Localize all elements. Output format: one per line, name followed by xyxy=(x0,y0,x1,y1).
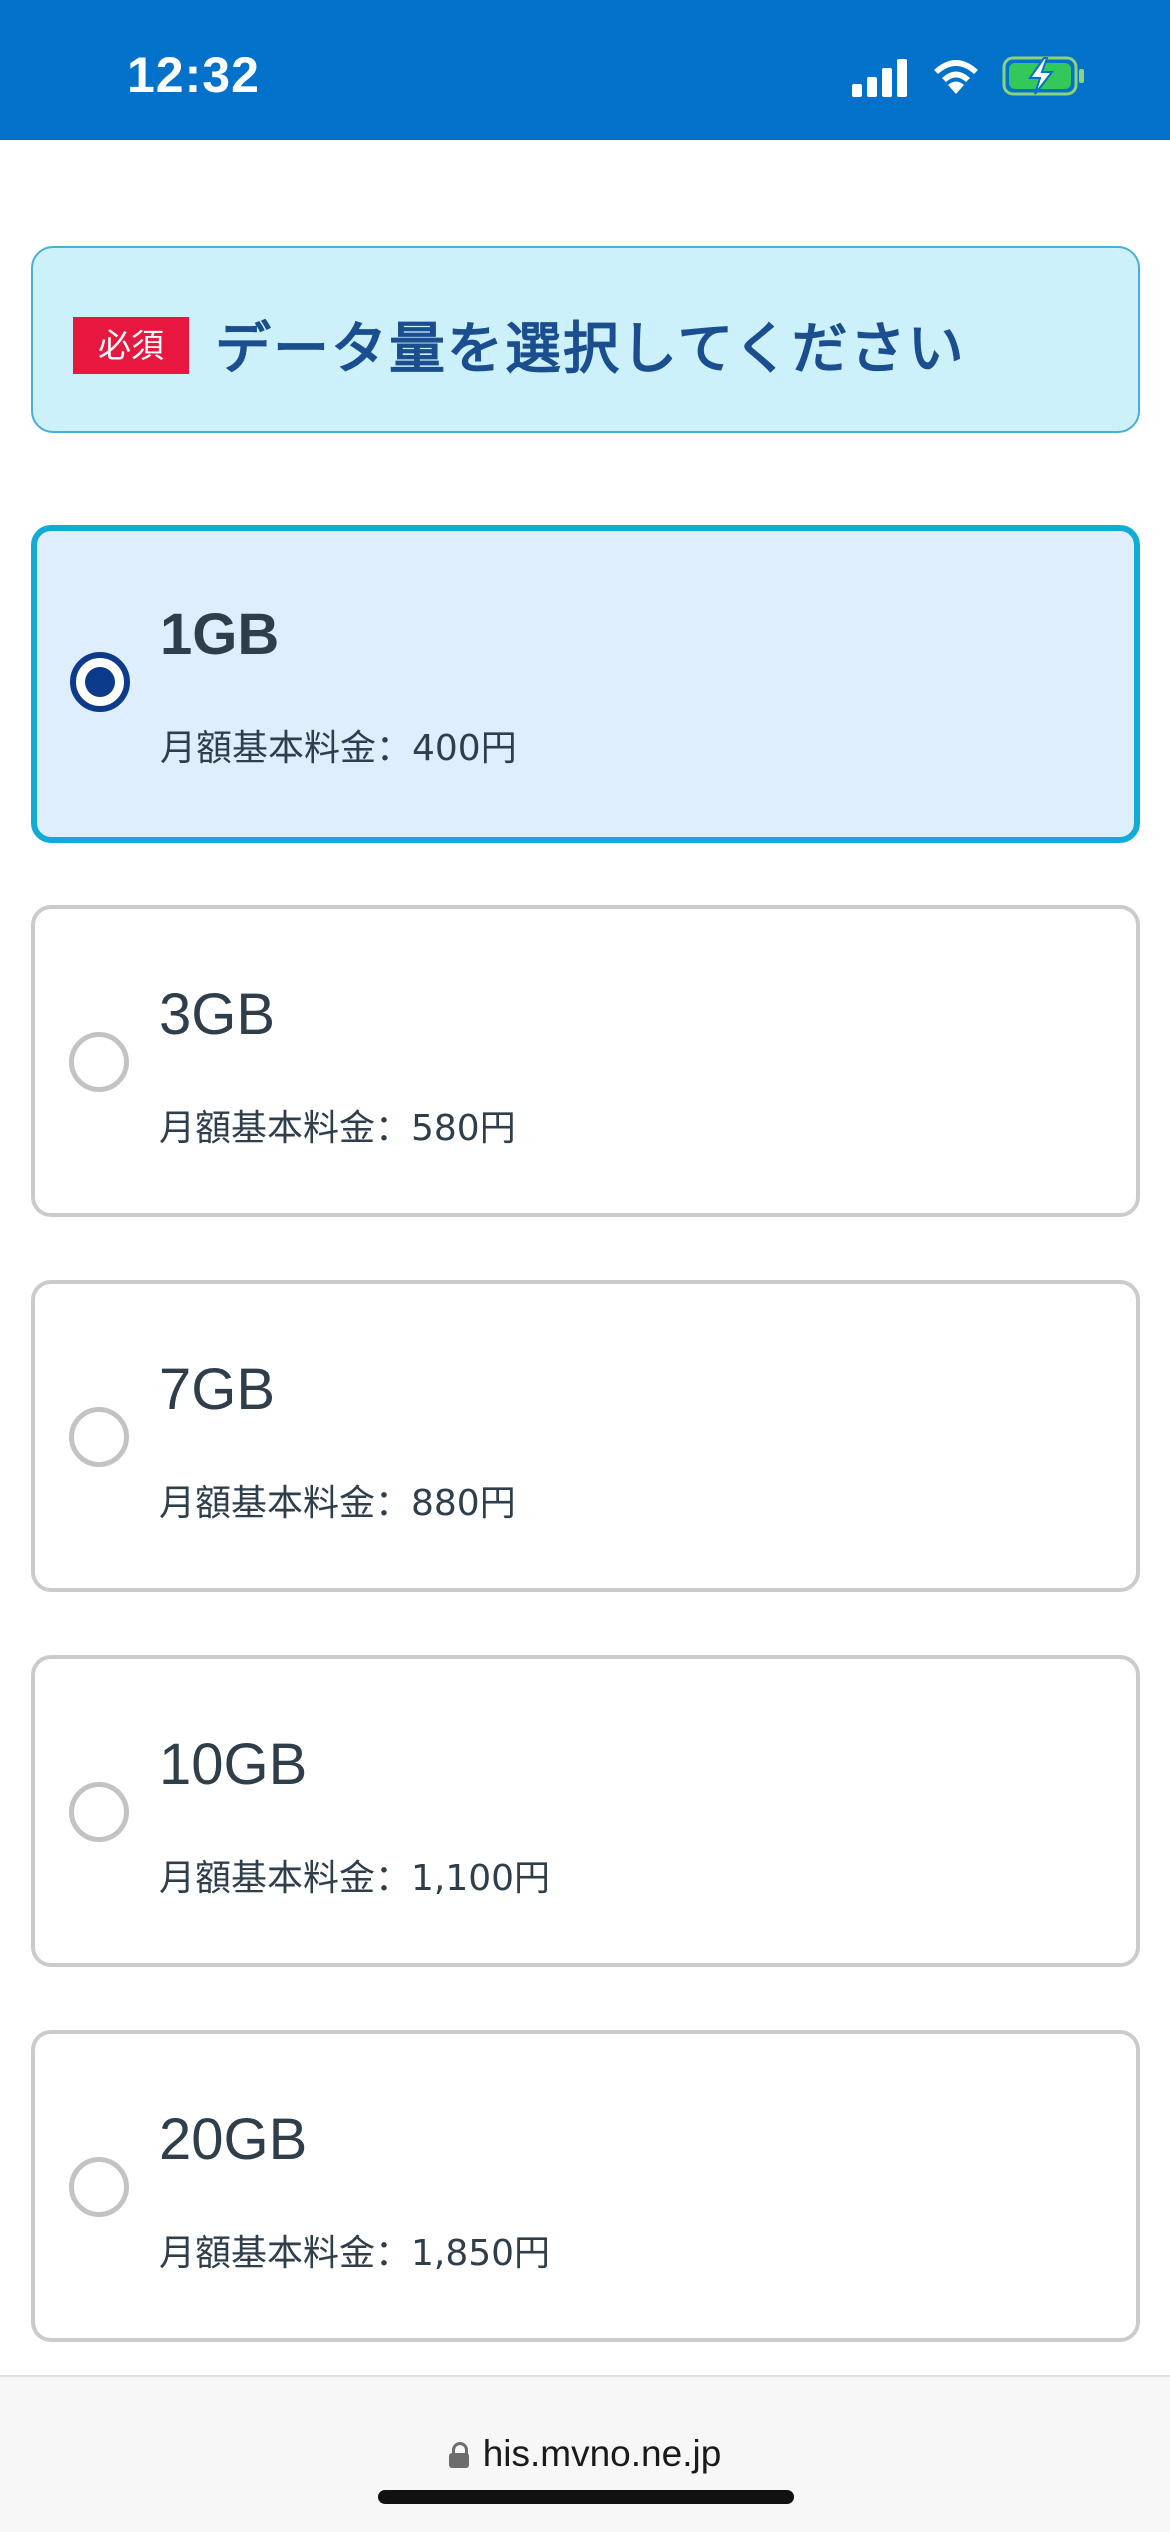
plan-data-amount: 10GB xyxy=(159,1732,308,1797)
plan-option-7gb[interactable]: 7GB 月額基本料金：880円 xyxy=(31,1280,1140,1592)
radio-button[interactable] xyxy=(69,1407,129,1467)
plan-monthly-price: 月額基本料金：400円 xyxy=(160,728,517,769)
plan-option-1gb[interactable]: 1GB 月額基本料金：400円 xyxy=(31,525,1140,843)
status-icons xyxy=(852,52,1092,102)
radio-button[interactable] xyxy=(69,1032,129,1092)
radio-button-selected[interactable] xyxy=(70,652,130,712)
plan-option-3gb[interactable]: 3GB 月額基本料金：580円 xyxy=(31,905,1140,1217)
status-time: 12:32 xyxy=(127,47,260,103)
plan-option-20gb[interactable]: 20GB 月額基本料金：1,850円 xyxy=(31,2030,1140,2342)
plan-data-amount: 7GB xyxy=(159,1357,276,1422)
plan-monthly-price: 月額基本料金：580円 xyxy=(159,1108,516,1149)
plan-monthly-price: 月額基本料金：880円 xyxy=(159,1483,516,1524)
plan-option-10gb[interactable]: 10GB 月額基本料金：1,100円 xyxy=(31,1655,1140,1967)
data-amount-header: 必須 データ量を選択してください xyxy=(31,246,1140,433)
cellular-signal-icon xyxy=(852,59,907,97)
plan-data-amount: 3GB xyxy=(159,982,276,1047)
required-badge: 必須 xyxy=(73,317,189,374)
url-display[interactable]: his.mvno.ne.jp xyxy=(0,2433,1170,2475)
status-bar: 12:32 xyxy=(0,0,1170,140)
radio-button[interactable] xyxy=(69,2157,129,2217)
radio-button[interactable] xyxy=(69,1782,129,1842)
battery-charging-icon xyxy=(1002,56,1084,96)
browser-address-bar[interactable]: his.mvno.ne.jp xyxy=(0,2375,1170,2532)
lock-icon xyxy=(448,2442,469,2468)
home-indicator[interactable] xyxy=(378,2490,794,2504)
wifi-icon xyxy=(934,60,978,94)
plan-monthly-price: 月額基本料金：1,850円 xyxy=(159,2233,551,2274)
plan-monthly-price: 月額基本料金：1,100円 xyxy=(159,1858,551,1899)
url-text: his.mvno.ne.jp xyxy=(482,2433,722,2474)
plan-data-amount: 1GB xyxy=(160,602,280,667)
section-title: データ量を選択してください xyxy=(215,317,966,382)
plan-data-amount: 20GB xyxy=(159,2107,308,2172)
